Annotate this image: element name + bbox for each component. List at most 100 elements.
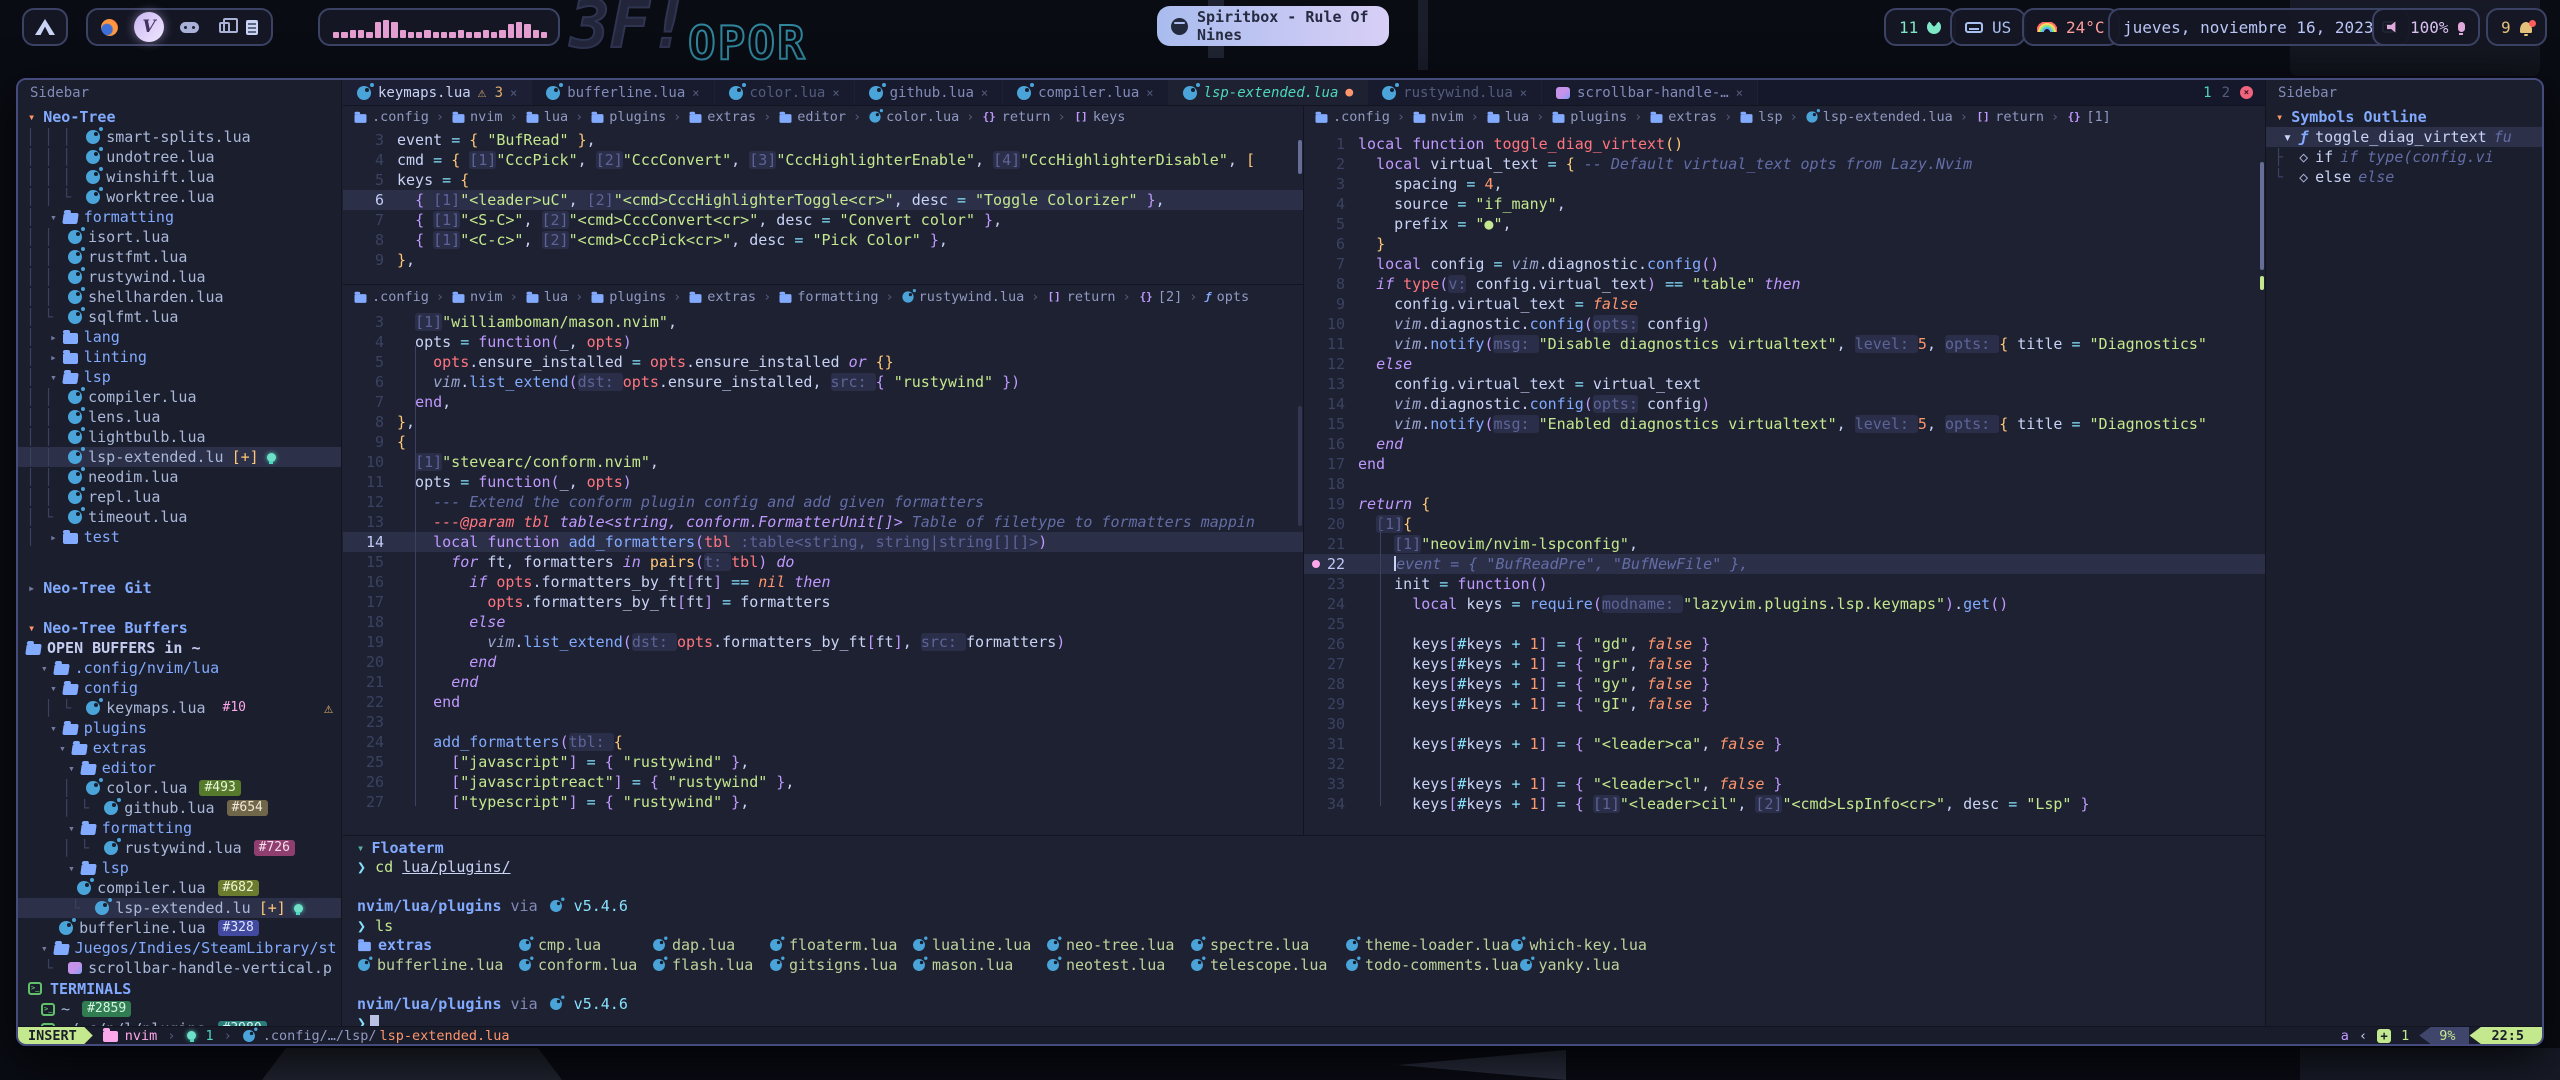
tree-item[interactable]: └ scrollbar-handle-vertical.p (18, 958, 341, 978)
code-line-13[interactable]: 13 config.virtual_text = virtual_text (1304, 374, 2265, 394)
firefox-icon[interactable] (101, 19, 118, 36)
breadcrumb-item[interactable]: editor (778, 109, 846, 125)
breadcrumb-item[interactable]: extras (1649, 109, 1717, 125)
code-line-9[interactable]: 9}, (343, 250, 1303, 270)
code-line-29[interactable]: 29 keys[#keys + 1] = { "gI", false } (1304, 694, 2265, 714)
code-line-30[interactable]: 30 (1304, 714, 2265, 734)
tree-item[interactable]: ▾extras (18, 738, 341, 758)
breadcrumb-item[interactable]: extras (688, 289, 756, 305)
document-icon[interactable] (246, 20, 258, 35)
section-neo-tree-buffers[interactable]: ▾Neo-Tree Buffers (18, 617, 341, 638)
code-line-17[interactable]: 17 opts.formatters_by_ft[ft] = formatter… (343, 592, 1303, 612)
file-entry[interactable]: gitsigns.lua (769, 956, 912, 974)
code-line-7[interactable]: 7 end, (343, 392, 1303, 412)
tree-item[interactable]: │ ▸linting (18, 347, 341, 367)
breadcrumb-item[interactable]: []return (1975, 109, 2044, 125)
scrollbar-thumb[interactable] (1298, 406, 1302, 526)
file-entry[interactable]: lualine.lua (912, 936, 1046, 954)
code-line-20[interactable]: 20 [1]{ (1304, 514, 2265, 534)
code-line-26[interactable]: 26 keys[#keys + 1] = { "gd", false } (1304, 634, 2265, 654)
tree-item[interactable]: compiler.lua#682 (18, 878, 341, 898)
code-line-3[interactable]: 3event = { "BufRead" }, (343, 130, 1303, 150)
code-line-21[interactable]: 21 end (343, 672, 1303, 692)
tab-scrollbar-handle-[interactable]: scrollbar-handle-…× (1542, 80, 1758, 105)
close-all-button[interactable]: × (2240, 86, 2253, 99)
code-line-9[interactable]: 9{ (343, 432, 1303, 452)
tab-lsp-extended-lua[interactable]: lsp-extended.lua● (1169, 80, 1369, 105)
tree-item[interactable]: │ ▸test (18, 527, 341, 547)
code-line-7[interactable]: 7 local config = vim.diagnostic.config() (1304, 254, 2265, 274)
tree-item[interactable]: │ color.lua#493 (18, 778, 341, 798)
section-neo-tree[interactable]: ▾Neo-Tree (18, 106, 341, 127)
code-line-18[interactable]: 18 else (343, 612, 1303, 632)
code-line-24[interactable]: 24 local keys = require(modname: "lazyvi… (1304, 594, 2265, 614)
code-line-6[interactable]: 6 } (1304, 234, 2265, 254)
code-line-28[interactable]: 28 keys[#keys + 1] = { "gy", false } (1304, 674, 2265, 694)
code-line-25[interactable]: 25 (1304, 614, 2265, 634)
breadcrumb-item[interactable]: {}[2] (1138, 289, 1183, 305)
close-icon[interactable]: × (1520, 86, 1527, 100)
tree-item[interactable]: bufferline.lua#328 (18, 918, 341, 938)
code-line-7[interactable]: 7 { [1]"<S-C>", [2]"<cmd>CccConvert<cr>"… (343, 210, 1303, 230)
code-line-23[interactable]: 23 init = function() (1304, 574, 2265, 594)
file-entry[interactable]: flash.lua (652, 956, 769, 974)
tree-item[interactable]: │ │ │ smart-splits.lua (18, 127, 341, 147)
close-icon[interactable]: × (1146, 86, 1153, 100)
breadcrumb-item[interactable]: nvim (451, 289, 503, 305)
file-entry[interactable]: yanky.lua (1519, 956, 1620, 974)
tree-item[interactable]: │ └ rustywind.lua#726 (18, 838, 341, 858)
tree-item[interactable]: │ │ isort.lua (18, 227, 341, 247)
breadcrumb-item[interactable]: lua (525, 109, 568, 125)
workspace-switcher[interactable]: V (86, 8, 273, 46)
code-line-11[interactable]: 11 opts = function(_, opts) (343, 472, 1303, 492)
weather-module[interactable]: 24°C (2022, 8, 2120, 46)
file-entry[interactable]: telescope.lua (1190, 956, 1345, 974)
tree-item[interactable]: │ │ lightbulb.lua (18, 427, 341, 447)
breadcrumb-item[interactable]: formatting (778, 289, 878, 305)
tab-keymaps-lua[interactable]: keymaps.lua⚠ 3× (343, 80, 532, 105)
chevron-down-icon[interactable]: ▾ (357, 841, 371, 855)
code-line-2[interactable]: 2 local virtual_text = { -- Default virt… (1304, 154, 2265, 174)
code-line-26[interactable]: 26 ["javascriptreact"] = { "rustywind" }… (343, 772, 1303, 792)
code-line-18[interactable]: 18 (1304, 474, 2265, 494)
gamepad-icon[interactable] (180, 22, 199, 33)
code-line-15[interactable]: 15 vim.notify(msg: "Enabled diagnostics … (1304, 414, 2265, 434)
section-neo-tree-git[interactable]: ▸Neo-Tree Git (18, 577, 341, 598)
tree-item[interactable]: │ │ rustywind.lua (18, 267, 341, 287)
code-line-4[interactable]: 4 opts = function(_, opts) (343, 332, 1303, 352)
breadcrumb-item[interactable]: lsp (1739, 109, 1782, 125)
code-line-14[interactable]: 14 local function add_formatters(tbl :ta… (343, 532, 1303, 552)
tree-item[interactable]: │ └ keymaps.lua#10⚠ (18, 698, 341, 718)
tree-item[interactable]: OPEN BUFFERS in ~ (18, 638, 341, 658)
code-line-15[interactable]: 15 for ft, formatters in pairs(t: tbl) d… (343, 552, 1303, 572)
workspace-vim-active[interactable]: V (134, 12, 164, 42)
code-line-4[interactable]: 4 source = "if_many", (1304, 194, 2265, 214)
launcher-button[interactable] (22, 8, 68, 46)
file-entry[interactable]: which-key.lua (1510, 936, 1647, 954)
tree-item[interactable]: │ │ lens.lua (18, 407, 341, 427)
breadcrumb-item[interactable]: []keys (1073, 109, 1126, 125)
outline-item-toggle_diag_virtext[interactable]: ▾ƒtoggle_diag_virtextfu (2266, 127, 2544, 147)
code-line-32[interactable]: 32 (1304, 754, 2265, 774)
tree-item[interactable]: │ ▾formatting (18, 207, 341, 227)
file-entry[interactable]: dap.lua (652, 936, 769, 954)
close-icon[interactable]: × (1736, 86, 1743, 100)
code-line-22[interactable]: 22 event = { "BufReadPre", "BufNewFile" … (1304, 554, 2265, 574)
code-line-22[interactable]: 22 end (343, 692, 1303, 712)
code-line-17[interactable]: 17end (1304, 454, 2265, 474)
code-line-6[interactable]: 6 { [1]"<leader>uC", [2]"<cmd>CccHighlig… (343, 190, 1303, 210)
breadcrumb-item[interactable]: lsp-extended.lua (1805, 109, 1953, 125)
section-terminals[interactable]: TERMINALS (18, 978, 341, 999)
keyboard-layout-module[interactable]: US (1950, 8, 2026, 46)
code-line-11[interactable]: 11 vim.notify(msg: "Disable diagnostics … (1304, 334, 2265, 354)
scrollbar-thumb[interactable] (1298, 140, 1302, 174)
code-line-24[interactable]: 24 add_formatters(tbl: { (343, 732, 1303, 752)
breadcrumb-item[interactable]: plugins (590, 289, 666, 305)
breadcrumb-item[interactable]: []return (1046, 289, 1115, 305)
file-entry[interactable]: cmp.lua (518, 936, 652, 954)
tree-item[interactable]: │ │ neodim.lua (18, 467, 341, 487)
tab-rustywind-lua[interactable]: rustywind.lua× (1368, 80, 1542, 105)
tree-item[interactable]: ▾Juegos/Indies/SteamLibrary/st (18, 938, 341, 958)
file-entry[interactable]: todo-comments.lua (1345, 956, 1519, 974)
code-line-8[interactable]: 8 { [1]"<C-c>", [2]"<cmd>CccPick<cr>", d… (343, 230, 1303, 250)
